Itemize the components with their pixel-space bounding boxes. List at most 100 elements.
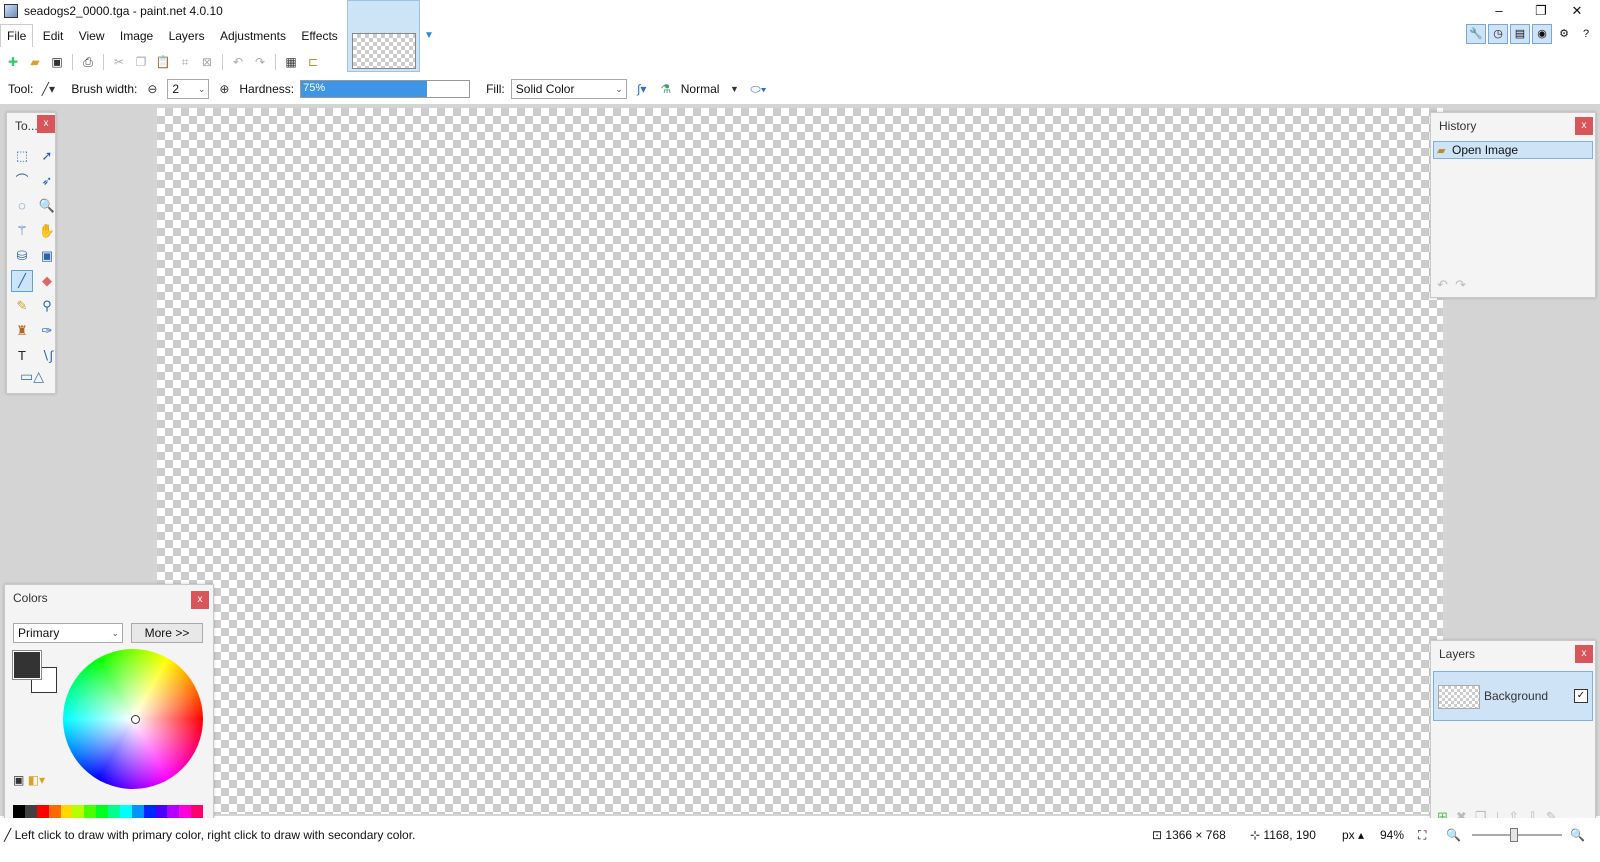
layer-visibility-checkbox[interactable]: ✓ (1574, 689, 1588, 703)
chevron-down-icon: ⌄ (197, 84, 206, 94)
ellipse-select-icon[interactable]: ◌ (11, 195, 33, 217)
move-selected-pixels-icon[interactable]: ➚ (36, 145, 58, 167)
zoom-to-window-icon[interactable]: ⛶ (1418, 828, 1426, 843)
zoom-slider-thumb[interactable] (1510, 828, 1518, 842)
increase-width-icon[interactable]: ⊕ (215, 80, 233, 98)
clone-stamp-icon[interactable]: ♜ (11, 320, 33, 342)
history-panel-title: History (1439, 119, 1477, 133)
close-button[interactable]: ✕ (1554, 0, 1600, 22)
colors-panel-close-button[interactable]: x (191, 591, 209, 609)
layers-panel-close-button[interactable]: x (1575, 645, 1593, 663)
image-size-text: 1366 × 768 (1165, 828, 1226, 842)
chevron-down-icon[interactable]: ▼ (725, 80, 743, 98)
blend-mode-value[interactable]: Normal (681, 82, 720, 96)
gradient-icon[interactable]: ▣ (36, 245, 58, 267)
zoom-icon[interactable]: 🔍 (36, 195, 58, 217)
tools-panel-title: To... (15, 119, 38, 133)
menu-adjustments[interactable]: Adjustments (214, 25, 292, 47)
primary-color-swatch[interactable] (12, 650, 42, 680)
open-file-icon[interactable]: ▰ (26, 53, 44, 71)
colors-panel-title: Colors (13, 591, 48, 605)
main-toolbar: ✚ ▰ ▣ ⎙ ✂ ❐ 📋 ⌗ ⊠ ↶ ↷ ▦ ⊏ (4, 52, 322, 72)
layer-row[interactable]: Background ✓ (1433, 671, 1593, 721)
history-panel-close-button[interactable]: x (1575, 117, 1593, 135)
color-picker-icon[interactable]: ⚲ (36, 295, 58, 317)
paintbrush-icon[interactable]: ╱ (11, 270, 33, 292)
menu-view[interactable]: View (73, 25, 111, 47)
hardness-label: Hardness: (239, 82, 295, 96)
fill-label: Fill: (486, 82, 505, 96)
deselect-icon[interactable]: ⊠ (198, 53, 216, 71)
hardness-slider[interactable]: 75% (300, 80, 471, 98)
layers-panel-title: Layers (1439, 647, 1476, 661)
history-item-label: Open Image (1452, 143, 1519, 157)
tools-panel-close-button[interactable]: x (37, 115, 55, 133)
status-hint-text: Left click to draw with primary color, r… (14, 828, 416, 842)
color-mode-select[interactable]: Primary ⌄ (13, 623, 123, 643)
rectangle-select-icon[interactable]: ⬚ (11, 145, 33, 167)
colors-window-toggle-icon[interactable]: ◉ (1532, 24, 1552, 44)
zoom-value[interactable]: 94% (1380, 828, 1404, 842)
crop-to-selection-icon[interactable]: ⌗ (176, 53, 194, 71)
cursor-position: ⊹ 1168, 190 (1250, 828, 1316, 842)
line-curve-icon[interactable]: ∖∫ (36, 345, 58, 367)
color-wheel-selector[interactable] (131, 715, 140, 724)
save-icon[interactable]: ▣ (48, 53, 66, 71)
paint-bucket-icon[interactable]: ⛁ (11, 245, 33, 267)
new-image-icon[interactable]: ✚ (4, 53, 22, 71)
undo-icon[interactable]: ↶ (229, 53, 247, 71)
rulers-icon[interactable]: ⊏ (304, 53, 322, 71)
add-color-icon[interactable]: ▣ (13, 773, 24, 787)
lasso-select-icon[interactable]: ⌒ (11, 170, 33, 192)
layer-thumbnail (1438, 685, 1480, 709)
palette-menu-icon[interactable]: ◧▾ (28, 773, 45, 787)
cut-icon[interactable]: ✂ (110, 53, 128, 71)
settings-gear-icon[interactable]: ⚙ (1554, 24, 1574, 44)
fill-value: Solid Color (515, 82, 575, 96)
help-icon[interactable]: ? (1576, 24, 1596, 44)
redo-icon[interactable]: ↷ (251, 53, 269, 71)
zoom-out-icon[interactable]: 🔍 (1446, 828, 1461, 842)
current-tool-brush-icon[interactable]: ╱▾ (39, 80, 57, 98)
image-tab[interactable] (347, 0, 420, 72)
image-canvas[interactable] (157, 108, 1443, 814)
tool-options-bar: Tool: ╱▾ Brush width: ⊖ 2 ⌄ ⊕ Hardness: … (0, 76, 1600, 102)
menu-edit[interactable]: Edit (37, 25, 70, 47)
menu-image[interactable]: Image (114, 25, 159, 47)
minimize-button[interactable]: – (1476, 0, 1522, 22)
history-window-toggle-icon[interactable]: ◷ (1488, 24, 1508, 44)
more-colors-button[interactable]: More >> (131, 623, 203, 643)
tools-window-toggle-icon[interactable]: 🔧 (1466, 24, 1486, 44)
fill-select[interactable]: Solid Color ⌄ (510, 79, 627, 99)
undo-icon[interactable]: ↶ (1437, 277, 1448, 292)
status-hint: ╱ Left click to draw with primary color,… (4, 828, 415, 842)
image-list-dropdown-icon[interactable]: ▼ (424, 30, 434, 41)
zoom-in-icon[interactable]: 🔍 (1570, 828, 1585, 842)
menu-layers[interactable]: Layers (163, 25, 211, 47)
grid-icon[interactable]: ▦ (282, 53, 300, 71)
decrease-width-icon[interactable]: ⊖ (143, 80, 161, 98)
blend-mode-icon[interactable]: ⚗ (657, 80, 675, 98)
paste-icon[interactable]: 📋 (154, 53, 172, 71)
move-selection-icon[interactable]: ➶ (36, 170, 58, 192)
pan-hand-icon[interactable]: ✋ (36, 220, 58, 242)
units-select[interactable]: px ▴ (1342, 828, 1364, 842)
brush-width-select[interactable]: 2 ⌄ (167, 79, 210, 99)
redo-icon[interactable]: ↷ (1455, 277, 1466, 292)
menu-file[interactable]: File (0, 24, 34, 47)
print-icon[interactable]: ⎙ (79, 53, 97, 71)
layers-window-toggle-icon[interactable]: ▤ (1510, 24, 1530, 44)
eraser-icon[interactable]: ◆ (36, 270, 58, 292)
recolor-icon[interactable]: ✑ (36, 320, 58, 342)
pencil-icon[interactable]: ✎ (11, 295, 33, 317)
text-icon[interactable]: T (11, 345, 33, 367)
shapes-icon[interactable]: ▭△ (15, 365, 49, 387)
copy-icon[interactable]: ❐ (132, 53, 150, 71)
antialiasing-icon[interactable]: ∫▾ (633, 80, 651, 98)
selection-mode-icon[interactable]: ⬭▾ (749, 80, 767, 98)
chevron-down-icon: ⌄ (615, 84, 623, 94)
magic-wand-icon[interactable]: ⚚ (11, 220, 33, 242)
history-item[interactable]: ▰ Open Image (1433, 141, 1593, 159)
units-value: px (1342, 828, 1355, 842)
menu-effects[interactable]: Effects (295, 25, 343, 47)
